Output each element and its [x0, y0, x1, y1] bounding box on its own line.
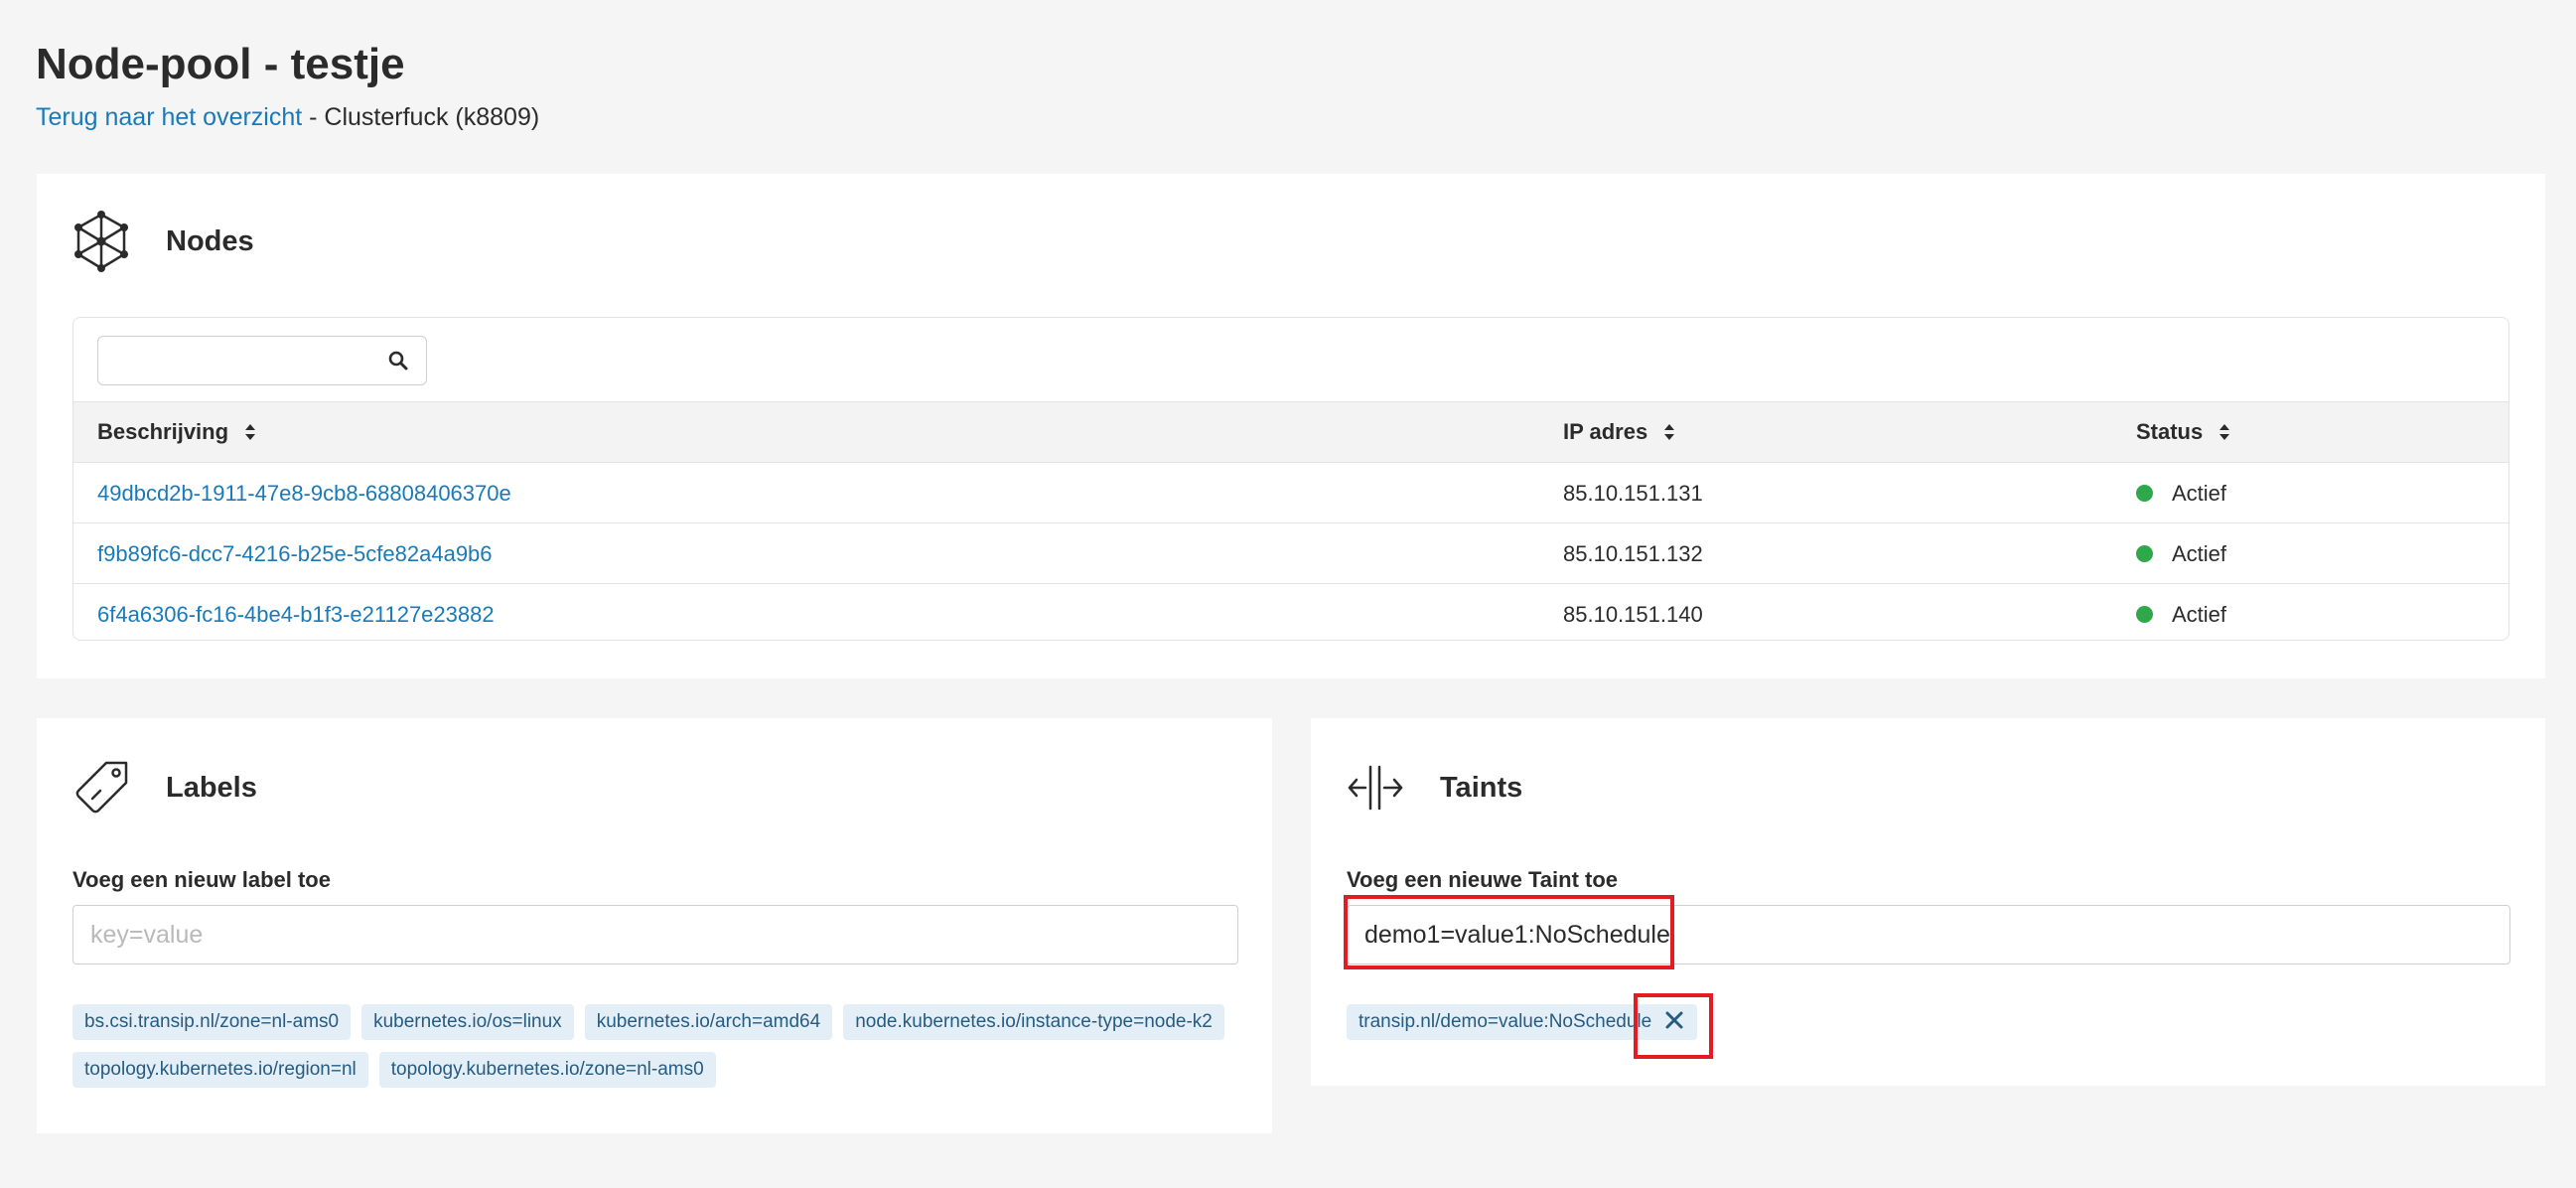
nodes-header: Nodes	[72, 210, 254, 273]
node-ip: 85.10.151.140	[1563, 601, 1703, 627]
column-header-label: Beschrijving	[97, 419, 229, 444]
breadcrumb: Terug naar het overzicht - Clusterfuck (…	[36, 103, 539, 132]
new-taint-field-label: Voeg een nieuwe Taint toe	[1347, 867, 1619, 892]
node-status: Actief	[2136, 463, 2226, 523]
search-icon[interactable]	[388, 351, 408, 371]
new-taint-field	[1347, 905, 2510, 965]
cluster-name: Clusterfuck (k8809)	[324, 103, 540, 131]
status-dot-icon	[2136, 545, 2153, 562]
tag-icon	[72, 756, 130, 819]
table-row: 49dbcd2b-1911-47e8-9cb8-68808406370e 85.…	[73, 463, 2508, 523]
status-label: Actief	[2172, 540, 2227, 566]
status-label: Actief	[2172, 601, 2227, 627]
column-header-status[interactable]: Status	[2136, 402, 2230, 462]
label-tag: bs.csi.transip.nl/zone=nl-ams0	[72, 1004, 352, 1040]
taints-card: Taints Voeg een nieuwe Taint toe transip…	[1311, 718, 2545, 1086]
taint-tag: transip.nl/demo=value:NoSchedule	[1347, 1004, 1698, 1040]
node-ip: 85.10.151.131	[1563, 480, 1703, 506]
sort-icon	[1664, 424, 1675, 440]
split-arrows-icon	[1347, 756, 1404, 819]
node-link[interactable]: 49dbcd2b-1911-47e8-9cb8-68808406370e	[97, 481, 511, 507]
node-status: Actief	[2136, 584, 2227, 640]
nodes-search-input[interactable]	[108, 337, 386, 382]
node-link[interactable]: f9b89fc6-dcc7-4216-b25e-5cfe82a4a9b6	[97, 541, 493, 567]
column-header-label: Status	[2136, 419, 2204, 444]
labels-header: Labels	[72, 756, 257, 819]
breadcrumb-separator: -	[302, 103, 325, 131]
nodes-table: Beschrijving IP adres Status 49dbcd2b-19…	[72, 317, 2509, 641]
label-tag: kubernetes.io/arch=amd64	[584, 1004, 833, 1040]
column-header-label: IP adres	[1563, 419, 1648, 444]
column-header-description[interactable]: Beschrijving	[97, 402, 256, 462]
labels-card: Labels Voeg een nieuw label toe bs.csi.t…	[37, 718, 1272, 1133]
column-header-ip[interactable]: IP adres	[1563, 402, 1675, 462]
new-label-input[interactable]	[90, 920, 1220, 950]
taint-tag-label: transip.nl/demo=value:NoSchedule	[1359, 1011, 1652, 1032]
taints-title: Taints	[1440, 771, 1523, 804]
status-dot-icon	[2136, 485, 2153, 502]
cluster-icon	[72, 210, 130, 273]
label-tag: topology.kubernetes.io/zone=nl-ams0	[378, 1052, 716, 1088]
nodes-title: Nodes	[166, 224, 254, 257]
labels-tag-list: bs.csi.transip.nl/zone=nl-ams0 kubernetes…	[72, 1004, 1244, 1100]
taints-header: Taints	[1347, 756, 1522, 819]
taints-tag-list: transip.nl/demo=value:NoSchedule	[1347, 1004, 2518, 1052]
status-label: Actief	[2172, 480, 2227, 506]
table-row: f9b89fc6-dcc7-4216-b25e-5cfe82a4a9b6 85.…	[73, 523, 2508, 584]
new-label-field-label: Voeg een nieuw label toe	[72, 867, 331, 892]
labels-title: Labels	[166, 771, 257, 804]
nodes-card: Nodes Beschrijving IP adres Status 49dbc…	[37, 174, 2545, 678]
sort-icon	[245, 424, 256, 440]
back-to-overview-link[interactable]: Terug naar het overzicht	[36, 103, 302, 131]
table-header: Beschrijving IP adres Status	[73, 401, 2508, 463]
node-link[interactable]: 6f4a6306-fc16-4be4-b1f3-e21127e23882	[97, 602, 495, 628]
nodes-search	[97, 336, 427, 385]
label-tag: node.kubernetes.io/instance-type=node-k2	[843, 1004, 1224, 1040]
new-label-field	[72, 905, 1238, 965]
label-tag: topology.kubernetes.io/region=nl	[72, 1052, 368, 1088]
node-status: Actief	[2136, 523, 2226, 584]
status-dot-icon	[2136, 606, 2153, 623]
close-icon[interactable]	[1663, 1009, 1685, 1031]
node-ip: 85.10.151.132	[1563, 540, 1703, 566]
label-tag: kubernetes.io/os=linux	[361, 1004, 574, 1040]
page-title: Node-pool - testje	[36, 40, 405, 88]
new-taint-input[interactable]	[1364, 920, 2493, 950]
sort-icon	[2219, 424, 2230, 440]
table-row: 6f4a6306-fc16-4be4-b1f3-e21127e23882 85.…	[73, 584, 2508, 640]
